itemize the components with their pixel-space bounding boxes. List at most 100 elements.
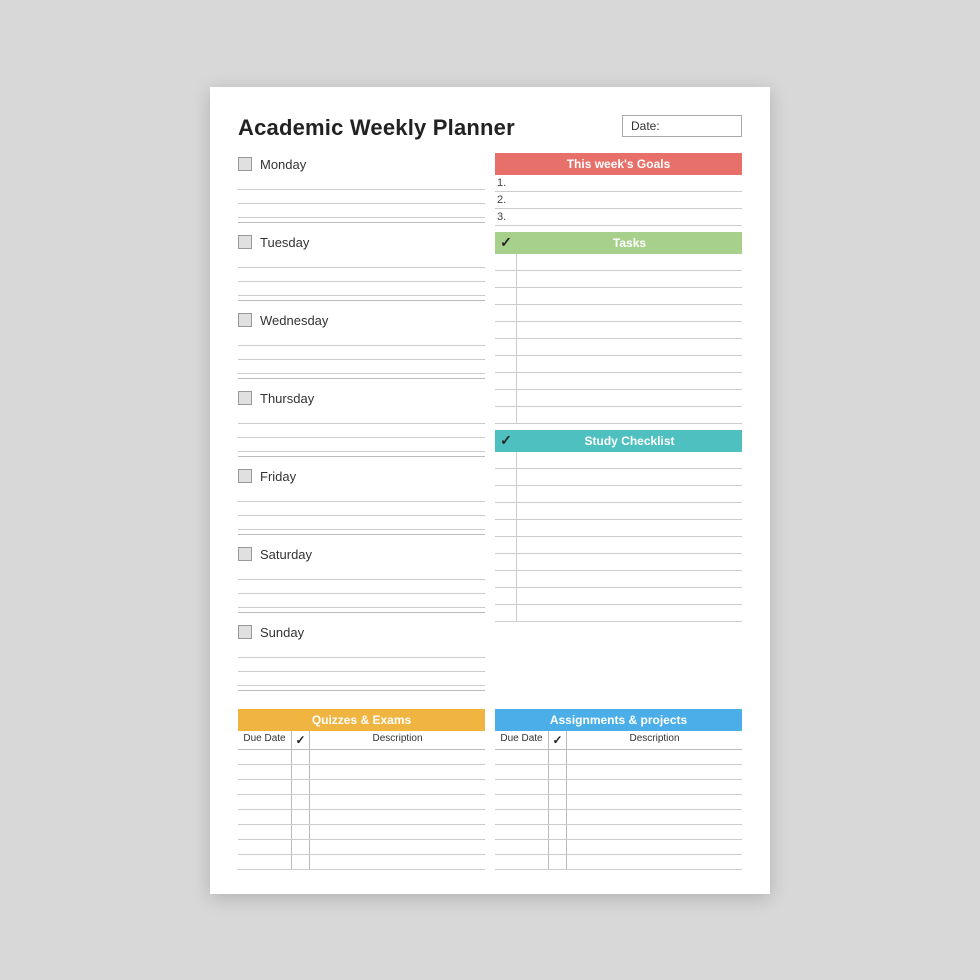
friday-label: Friday xyxy=(260,469,296,484)
wednesday-checkbox[interactable] xyxy=(238,313,252,327)
quizzes-data-row[interactable] xyxy=(238,765,485,780)
assignments-data-row[interactable] xyxy=(495,780,742,795)
days-column: Monday Tuesday xyxy=(238,153,485,699)
wednesday-label: Wednesday xyxy=(260,313,328,328)
monday-line-1 xyxy=(238,176,485,190)
assignments-col-headers: Due Date ✓ Description xyxy=(495,731,742,750)
quizzes-data-row[interactable] xyxy=(238,750,485,765)
friday-line-2 xyxy=(238,502,485,516)
tasks-rows xyxy=(495,254,742,424)
assignments-data-row[interactable] xyxy=(495,840,742,855)
task-row[interactable] xyxy=(495,390,742,407)
task-row[interactable] xyxy=(495,339,742,356)
monday-line-2 xyxy=(238,190,485,204)
task-row[interactable] xyxy=(495,288,742,305)
quizzes-data-row[interactable] xyxy=(238,855,485,870)
quizzes-data-row[interactable] xyxy=(238,810,485,825)
task-row[interactable] xyxy=(495,322,742,339)
friday-line-3 xyxy=(238,516,485,530)
thursday-checkbox[interactable] xyxy=(238,391,252,405)
quizzes-data-row[interactable] xyxy=(238,795,485,810)
study-rows xyxy=(495,452,742,622)
goals-header: This week's Goals xyxy=(495,153,742,175)
quizzes-col-desc: Description xyxy=(310,731,485,749)
study-header: ✓ Study Checklist xyxy=(495,430,742,452)
tasks-header: ✓ Tasks xyxy=(495,232,742,254)
quizzes-header: Quizzes & Exams xyxy=(238,709,485,731)
friday-line-1 xyxy=(238,488,485,502)
assignments-data-row[interactable] xyxy=(495,795,742,810)
quizzes-data-row[interactable] xyxy=(238,825,485,840)
friday-checkbox[interactable] xyxy=(238,469,252,483)
assignments-table: Assignments & projects Due Date ✓ Descri… xyxy=(495,709,742,870)
assignments-data-row[interactable] xyxy=(495,765,742,780)
task-row[interactable] xyxy=(495,373,742,390)
study-check-icon: ✓ xyxy=(495,430,517,451)
wednesday-line-2 xyxy=(238,346,485,360)
study-row[interactable] xyxy=(495,554,742,571)
assignments-data-row[interactable] xyxy=(495,810,742,825)
task-row[interactable] xyxy=(495,356,742,373)
quizzes-data-row[interactable] xyxy=(238,840,485,855)
assignments-data-row[interactable] xyxy=(495,855,742,870)
right-column: This week's Goals 1. 2. 3. ✓ Tasks xyxy=(495,153,742,699)
date-field[interactable]: Date: xyxy=(622,115,742,137)
assignments-col-desc: Description xyxy=(567,731,742,749)
tuesday-line-2 xyxy=(238,268,485,282)
quizzes-col-due: Due Date xyxy=(238,731,292,749)
study-row[interactable] xyxy=(495,452,742,469)
saturday-line-1 xyxy=(238,566,485,580)
bottom-tables: Quizzes & Exams Due Date ✓ Description A… xyxy=(238,709,742,870)
assignments-col-due: Due Date xyxy=(495,731,549,749)
tuesday-checkbox[interactable] xyxy=(238,235,252,249)
day-block-monday: Monday xyxy=(238,153,485,227)
monday-checkbox[interactable] xyxy=(238,157,252,171)
tuesday-label: Tuesday xyxy=(260,235,309,250)
planner-page: Academic Weekly Planner Date: Monday xyxy=(210,87,770,894)
thursday-line-1 xyxy=(238,410,485,424)
study-row[interactable] xyxy=(495,537,742,554)
study-row[interactable] xyxy=(495,486,742,503)
saturday-line-2 xyxy=(238,580,485,594)
assignments-data-row[interactable] xyxy=(495,750,742,765)
task-row[interactable] xyxy=(495,254,742,271)
goal-item-3[interactable]: 3. xyxy=(495,209,742,226)
goal-item-2[interactable]: 2. xyxy=(495,192,742,209)
tuesday-line-1 xyxy=(238,254,485,268)
task-row[interactable] xyxy=(495,271,742,288)
study-label: Study Checklist xyxy=(517,430,742,452)
study-row[interactable] xyxy=(495,469,742,486)
study-row[interactable] xyxy=(495,571,742,588)
saturday-line-3 xyxy=(238,594,485,608)
sunday-line-1 xyxy=(238,644,485,658)
day-block-friday: Friday xyxy=(238,465,485,539)
quizzes-data-row[interactable] xyxy=(238,780,485,795)
day-block-wednesday: Wednesday xyxy=(238,309,485,383)
quizzes-table: Quizzes & Exams Due Date ✓ Description xyxy=(238,709,485,870)
goals-list: 1. 2. 3. xyxy=(495,175,742,226)
tuesday-line-3 xyxy=(238,282,485,296)
study-row[interactable] xyxy=(495,605,742,622)
thursday-label: Thursday xyxy=(260,391,314,406)
tasks-label: Tasks xyxy=(517,232,742,254)
thursday-line-3 xyxy=(238,438,485,452)
day-block-thursday: Thursday xyxy=(238,387,485,461)
day-block-saturday: Saturday xyxy=(238,543,485,617)
task-row[interactable] xyxy=(495,407,742,424)
page-title: Academic Weekly Planner xyxy=(238,115,515,141)
day-block-tuesday: Tuesday xyxy=(238,231,485,305)
sunday-checkbox[interactable] xyxy=(238,625,252,639)
saturday-checkbox[interactable] xyxy=(238,547,252,561)
study-row[interactable] xyxy=(495,588,742,605)
wednesday-line-1 xyxy=(238,332,485,346)
quizzes-col-check: ✓ xyxy=(292,731,310,749)
assignments-col-check: ✓ xyxy=(549,731,567,749)
sunday-label: Sunday xyxy=(260,625,304,640)
task-row[interactable] xyxy=(495,305,742,322)
wednesday-line-3 xyxy=(238,360,485,374)
study-row[interactable] xyxy=(495,520,742,537)
tasks-check-icon: ✓ xyxy=(495,232,517,253)
goal-item-1[interactable]: 1. xyxy=(495,175,742,192)
assignments-data-row[interactable] xyxy=(495,825,742,840)
study-row[interactable] xyxy=(495,503,742,520)
